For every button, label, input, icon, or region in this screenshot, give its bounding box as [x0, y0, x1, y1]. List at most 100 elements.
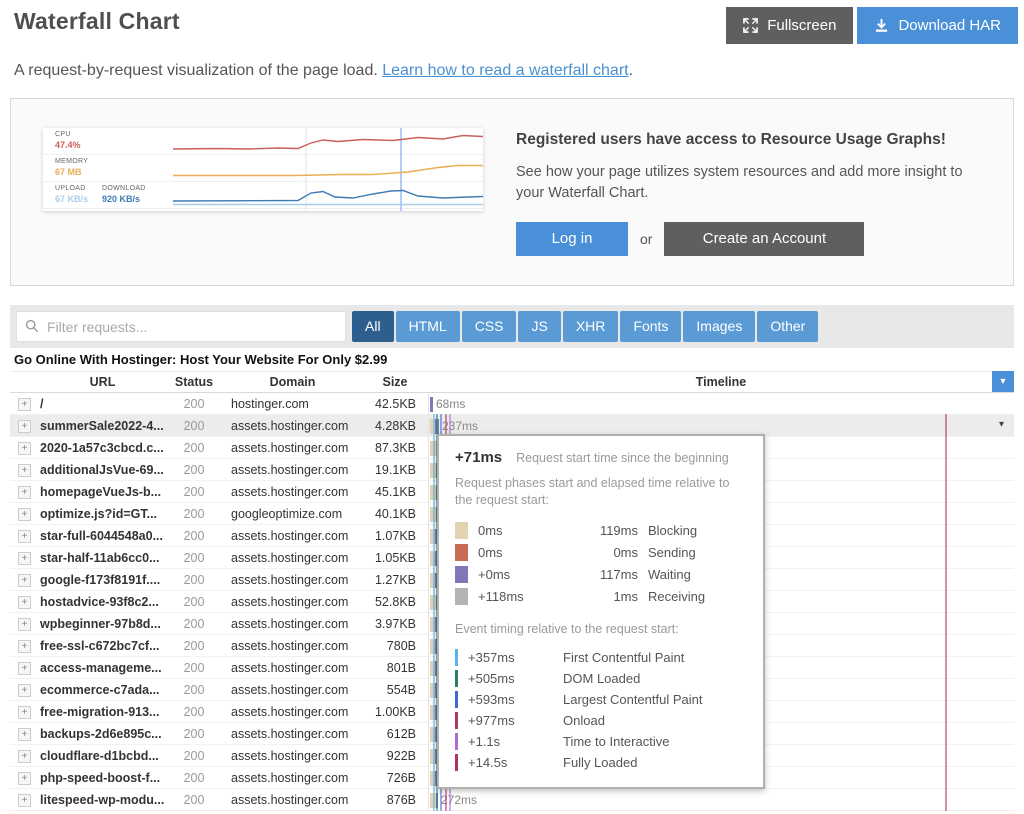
- phase-row: 0ms 119ms Blocking: [455, 520, 747, 542]
- request-size: 1.07KB: [362, 529, 428, 543]
- request-url: access-manageme...: [40, 661, 165, 675]
- expand-row-icon[interactable]: +: [18, 574, 31, 587]
- request-domain: assets.hostinger.com: [223, 595, 362, 609]
- expand-row-icon[interactable]: +: [18, 640, 31, 653]
- expand-row-icon[interactable]: +: [18, 420, 31, 433]
- expand-row-icon[interactable]: +: [18, 486, 31, 499]
- request-size: 3.97KB: [362, 617, 428, 631]
- event-color-bar: [455, 691, 458, 708]
- table-row[interactable]: + / 200 hostinger.com 42.5KB 68ms: [10, 393, 1014, 415]
- expand-row-icon[interactable]: +: [18, 596, 31, 609]
- expand-row-icon[interactable]: +: [18, 728, 31, 741]
- request-size: 922B: [362, 749, 428, 763]
- phase-name: Waiting: [648, 567, 691, 582]
- request-url: star-half-11ab6cc0...: [40, 551, 165, 565]
- request-domain: assets.hostinger.com: [223, 727, 362, 741]
- row-dropdown-caret[interactable]: ▾: [999, 419, 1004, 430]
- expand-row-icon[interactable]: +: [18, 750, 31, 763]
- waterfall-help-link[interactable]: Learn how to read a waterfall chart: [382, 62, 628, 79]
- tab-xhr[interactable]: XHR: [563, 311, 619, 342]
- tab-html[interactable]: HTML: [396, 311, 460, 342]
- request-size: 612B: [362, 727, 428, 741]
- expand-row-icon[interactable]: +: [18, 464, 31, 477]
- request-domain: assets.hostinger.com: [223, 793, 362, 807]
- table-row[interactable]: + litespeed-wp-modu... 200 assets.hostin…: [10, 789, 1014, 811]
- request-timeline-cell[interactable]: 68ms: [428, 393, 1014, 415]
- request-url: 2020-1a57c3cbcd.c...: [40, 441, 165, 455]
- fullscreen-icon: [743, 18, 758, 33]
- request-url: optimize.js?id=GT...: [40, 507, 165, 521]
- tab-fonts[interactable]: Fonts: [620, 311, 681, 342]
- promo-body: See how your page utilizes system resour…: [516, 162, 983, 204]
- filter-requests-input[interactable]: [16, 311, 346, 342]
- phase-duration: 1ms: [558, 589, 638, 604]
- cpu-label: CPU 47.4%: [55, 131, 81, 151]
- expand-row-icon[interactable]: +: [18, 508, 31, 521]
- login-button[interactable]: Log in: [516, 222, 628, 256]
- tab-js[interactable]: JS: [518, 311, 560, 342]
- hostinger-ad-line: Go Online With Hostinger: Host Your Webs…: [14, 352, 387, 367]
- request-size: 19.1KB: [362, 463, 428, 477]
- request-size: 40.1KB: [362, 507, 428, 521]
- request-domain: googleoptimize.com: [223, 507, 362, 521]
- request-timing-tooltip: +71ms Request start time since the begin…: [437, 434, 765, 789]
- phase-row: +0ms 117ms Waiting: [455, 564, 747, 586]
- request-domain: assets.hostinger.com: [223, 463, 362, 477]
- table-header: URL Status Domain Size Timeline ▼: [10, 372, 1014, 393]
- event-name: Fully Loaded: [563, 755, 637, 770]
- phase-start: +0ms: [478, 567, 558, 582]
- event-time: +505ms: [468, 671, 563, 686]
- column-url: URL: [40, 375, 165, 389]
- create-account-button[interactable]: Create an Account: [664, 222, 864, 256]
- request-size: 554B: [362, 683, 428, 697]
- expand-row-icon[interactable]: +: [18, 442, 31, 455]
- event-color-bar: [455, 733, 458, 750]
- request-url: summerSale2022-4...: [40, 419, 165, 433]
- fullscreen-label: Fullscreen: [767, 17, 836, 34]
- request-url: ecommerce-c7ada...: [40, 683, 165, 697]
- request-url: additionalJsVue-69...: [40, 463, 165, 477]
- expand-row-icon[interactable]: +: [18, 552, 31, 565]
- phase-start: 0ms: [478, 523, 558, 538]
- expand-row-icon[interactable]: +: [18, 398, 31, 411]
- request-domain: assets.hostinger.com: [223, 661, 362, 675]
- tab-images[interactable]: Images: [683, 311, 755, 342]
- request-status: 200: [165, 529, 223, 543]
- download-label: Download HAR: [898, 17, 1001, 34]
- event-row: +14.5s Fully Loaded: [455, 752, 747, 773]
- tab-css[interactable]: CSS: [462, 311, 517, 342]
- request-size: 42.5KB: [362, 397, 428, 411]
- tab-all[interactable]: All: [352, 311, 394, 342]
- request-domain: assets.hostinger.com: [223, 771, 362, 785]
- expand-row-icon[interactable]: +: [18, 706, 31, 719]
- timeline-options-dropdown[interactable]: ▼: [992, 371, 1014, 392]
- request-status: 200: [165, 617, 223, 631]
- phase-color-swatch: [455, 544, 468, 561]
- request-status: 200: [165, 419, 223, 433]
- event-row: +1.1s Time to Interactive: [455, 731, 747, 752]
- event-row: +505ms DOM Loaded: [455, 668, 747, 689]
- expand-row-icon[interactable]: +: [18, 772, 31, 785]
- tab-other[interactable]: Other: [757, 311, 818, 342]
- timeline-bar: [430, 771, 437, 786]
- request-url: /: [40, 397, 165, 411]
- request-size: 45.1KB: [362, 485, 428, 499]
- event-name: Time to Interactive: [563, 734, 669, 749]
- timeline-bar: [430, 419, 439, 434]
- download-stat-label: DOWNLOAD 920 KB/s: [102, 185, 146, 205]
- timeline-duration-label: 68ms: [436, 397, 465, 411]
- phase-color-swatch: [455, 588, 468, 605]
- resource-type-tabs: All HTML CSS JS XHR Fonts Images Other: [352, 311, 818, 342]
- phase-start: 0ms: [478, 545, 558, 560]
- download-har-button[interactable]: Download HAR: [857, 7, 1018, 44]
- request-status: 200: [165, 705, 223, 719]
- request-timeline-cell[interactable]: 272ms: [428, 789, 1014, 811]
- expand-row-icon[interactable]: +: [18, 662, 31, 675]
- expand-row-icon[interactable]: +: [18, 684, 31, 697]
- expand-row-icon[interactable]: +: [18, 530, 31, 543]
- request-domain: assets.hostinger.com: [223, 639, 362, 653]
- fullscreen-button[interactable]: Fullscreen: [726, 7, 853, 44]
- expand-row-icon[interactable]: +: [18, 794, 31, 807]
- expand-row-icon[interactable]: +: [18, 618, 31, 631]
- request-status: 200: [165, 397, 223, 411]
